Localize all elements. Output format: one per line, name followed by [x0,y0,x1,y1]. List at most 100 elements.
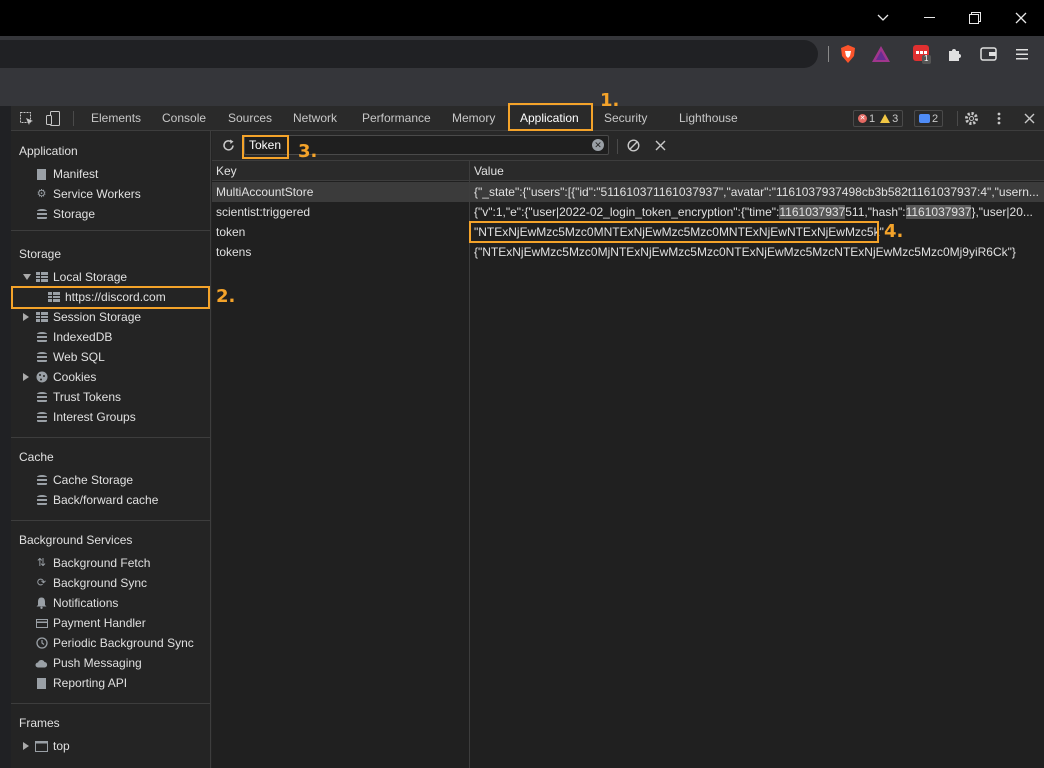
sidebar-item-interest-groups[interactable]: Interest Groups [35,407,136,427]
sidebar-item-label: Background Fetch [53,556,151,570]
table-row[interactable]: tokens {"NTExNjEwMzc5Mzc0MjNTExNjEwMzc5M… [212,242,1044,262]
toolbar-separator [617,139,618,154]
tab-performance[interactable]: Performance [362,106,431,131]
bell-icon [35,597,48,610]
extension-badge-icon[interactable]: 1 [912,44,932,64]
inspect-element-icon[interactable] [20,106,34,131]
sidebar-item-notifications[interactable]: Notifications [35,593,118,613]
sidebar-item-session-storage[interactable]: Session Storage [23,307,141,327]
device-toolbar-icon[interactable] [46,106,60,131]
cloud-icon [35,657,48,670]
delete-selected-icon[interactable] [655,133,666,158]
sidebar-item-label: Reporting API [53,676,128,690]
tab-memory[interactable]: Memory [452,106,495,131]
sidebar-item-background-sync[interactable]: ⟳ Background Sync [35,573,147,593]
sidebar-item-trust-tokens[interactable]: Trust Tokens [35,387,121,407]
gear-icon: ⚙ [36,188,47,200]
sidebar-item-label: Local Storage [53,270,128,284]
expand-triangle-icon[interactable] [23,274,31,280]
sidebar-item-back-forward-cache[interactable]: Back/forward cache [35,490,158,510]
sidebar-item-manifest[interactable]: Manifest [35,164,98,184]
annotation-label-4: 4. [884,221,904,242]
section-title-frames: Frames [19,716,60,730]
window-controls [860,0,1044,36]
error-count: 1 [869,112,876,125]
sidebar-item-push-messaging[interactable]: Push Messaging [35,653,142,673]
annotation-label-3: 3. [298,141,318,162]
close-window-button[interactable] [998,0,1044,36]
tab-elements[interactable]: Elements [91,106,141,131]
sidebar-item-web-sql[interactable]: Web SQL [35,347,105,367]
section-title-background-services: Background Services [19,533,133,547]
highlight-part: 1161037937 [905,205,972,219]
error-warning-badge[interactable]: ✕ 1 3 [853,110,904,127]
sidebar-item-label: Service Workers [53,187,141,201]
column-header-key[interactable]: Key [216,161,237,181]
sidebar-item-label: Background Sync [53,576,148,590]
column-header-value[interactable]: Value [474,161,504,181]
key-cell: tokens [216,245,252,259]
clear-all-icon[interactable] [627,133,640,158]
restore-button[interactable] [952,0,998,36]
expand-triangle-icon[interactable] [23,373,29,381]
value-part: },"user|20... [971,205,1033,219]
sidebar-item-payment-handler[interactable]: Payment Handler [35,613,146,633]
sidebar-item-label: Storage [53,207,96,221]
sidebar-item-label: Periodic Background Sync [53,636,194,650]
messages-badge[interactable]: 2 [914,110,944,127]
tab-network[interactable]: Network [293,106,337,131]
annotation-box-filter [242,135,289,159]
expand-triangle-icon[interactable] [23,742,29,750]
more-options-icon[interactable] [997,106,1001,131]
address-bar[interactable] [0,40,818,68]
database-icon [35,208,48,221]
key-cell: scientist:triggered [216,205,311,219]
table-grid-icon [35,271,48,284]
wallet-icon[interactable] [978,44,998,64]
menu-icon[interactable] [1012,44,1032,64]
sidebar-item-label: Notifications [53,596,119,610]
close-devtools-icon[interactable] [1024,106,1035,131]
table-row[interactable]: scientist:triggered {"v":1,"e":{"user|20… [212,202,1044,222]
database-icon [35,411,48,424]
tab-console[interactable]: Console [162,106,206,131]
sidebar-item-cookies[interactable]: Cookies [23,367,96,387]
column-separator[interactable] [469,161,470,768]
refresh-icon[interactable] [222,133,235,158]
annotation-box-discord-origin [11,286,210,309]
brave-shield-icon[interactable] [838,44,858,64]
minimize-button[interactable] [906,0,952,36]
gear-icon[interactable] [964,106,979,131]
sidebar-item-indexeddb[interactable]: IndexedDB [35,327,112,347]
message-icon [919,114,930,123]
devtools-panel: Elements Console Sources Network Perform… [11,106,1044,768]
expand-triangle-icon[interactable] [23,313,29,321]
document-icon [35,677,48,690]
brave-rewards-icon[interactable] [871,44,891,64]
sidebar-item-storage[interactable]: Storage [35,204,95,224]
sidebar-item-label: top [53,739,70,753]
cookie-icon [35,371,48,384]
sidebar-item-cache-storage[interactable]: Cache Storage [35,470,133,490]
sidebar-item-label: Back/forward cache [53,493,159,507]
chevron-down-icon[interactable] [860,0,906,36]
tab-separator [957,111,958,126]
warning-icon [880,114,891,123]
sidebar-item-periodic-background-sync[interactable]: Periodic Background Sync [35,633,194,653]
clear-filter-icon[interactable]: ✕ [592,139,604,151]
sidebar-item-label: Cache Storage [53,473,134,487]
tab-lighthouse[interactable]: Lighthouse [679,106,738,131]
puzzle-icon[interactable] [944,44,964,64]
sidebar-item-background-fetch[interactable]: ⇅ Background Fetch [35,553,151,573]
sidebar-item-frame-top[interactable]: top [23,736,70,756]
sidebar-item-reporting-api[interactable]: Reporting API [35,673,127,693]
key-cell: token [216,225,246,239]
highlight-part: 1161037937 [779,205,846,219]
database-icon [35,391,48,404]
messages-count: 2 [932,112,939,125]
sidebar-item-local-storage[interactable]: Local Storage [23,267,127,287]
tab-sources[interactable]: Sources [228,106,272,131]
tab-separator [73,111,74,126]
table-row[interactable]: MultiAccountStore {"_state":{"users":[{"… [212,182,1044,202]
sidebar-item-service-workers[interactable]: ⚙ Service Workers [35,184,141,204]
